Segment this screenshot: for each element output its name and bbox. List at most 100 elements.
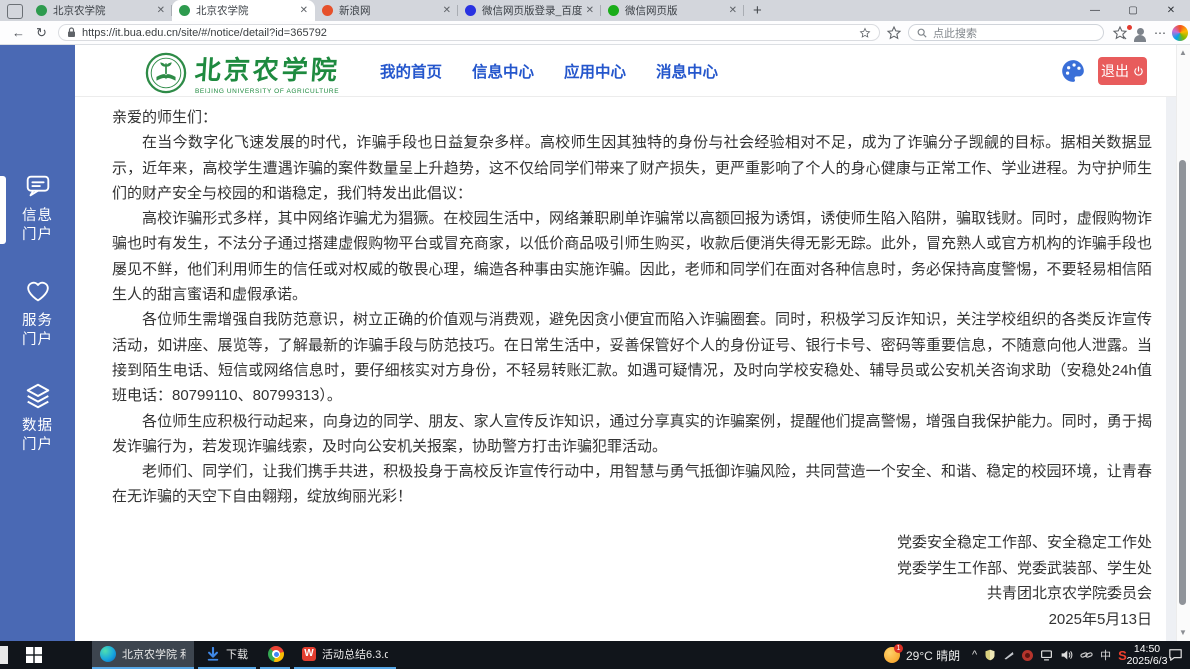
system-tray: ^ 中 S (972, 641, 1127, 669)
tab-close-icon[interactable]: ✕ (157, 5, 165, 16)
close-button[interactable]: ✕ (1152, 0, 1190, 21)
portal-nav: 我的首页 信息中心 应用中心 消息中心 (380, 45, 718, 96)
tab-actions-icon[interactable] (7, 4, 23, 19)
notice-signatures: 党委安全稳定工作部、安全稳定工作处 党委学生工作部、党委武装部、学生处 共青团北… (897, 530, 1152, 632)
pinned-app-partial-icon[interactable] (0, 646, 8, 664)
favorites-star-icon[interactable] (886, 25, 902, 41)
power-icon (1133, 66, 1144, 77)
lock-icon (67, 27, 76, 38)
browser-menu-icon[interactable]: ⋯ (1152, 25, 1168, 41)
notice-salutation: 亲爱的师生们： (112, 105, 1152, 130)
notice-content: 亲爱的师生们： 在当今数字化飞速发展的时代，诈骗手段也日益复杂多样。高校师生因其… (75, 97, 1166, 641)
copilot-icon[interactable] (1172, 25, 1188, 41)
maximize-button[interactable]: ▢ (1114, 0, 1152, 21)
tab-favicon (36, 5, 47, 16)
portal-header: 北京农学院 BEIJING UNIVERSITY OF AGRICULTURE … (75, 45, 1190, 97)
signature-date: 2025年5月13日 (897, 607, 1152, 633)
tray-volume-icon[interactable] (1060, 649, 1073, 661)
browser-tab-5[interactable]: 微信网页版 ✕ (601, 0, 744, 21)
tray-link-icon[interactable] (1080, 649, 1093, 661)
new-tab-button[interactable]: + (753, 0, 762, 21)
content-right-gutter (1166, 97, 1176, 641)
notice-paragraph: 高校诈骗形式多样，其中网络诈骗尤为猖獗。在校园生活中，网络兼职刷单诈骗常以高额回… (112, 206, 1152, 307)
edge-icon (100, 646, 116, 662)
tray-pen-icon[interactable] (1003, 649, 1015, 661)
weather-icon: 1 (884, 647, 900, 663)
nav-my-home[interactable]: 我的首页 (380, 60, 442, 82)
search-placeholder: 点此搜索 (933, 25, 977, 41)
signature-line: 党委安全稳定工作部、安全稳定工作处 (897, 530, 1152, 556)
tab-close-icon[interactable]: ✕ (586, 5, 594, 16)
window-controls: — ▢ ✕ (1076, 0, 1190, 21)
url-text: https://it.bua.edu.cn/site/#/notice/deta… (82, 27, 859, 39)
university-emblem-icon (145, 52, 187, 94)
sidebar-item-info-portal[interactable]: 信息门户 (0, 171, 75, 245)
logout-button[interactable]: 退出 (1098, 57, 1147, 85)
taskbar-chrome-app[interactable] (260, 641, 290, 669)
taskbar-app-label: 下载 (226, 646, 248, 662)
weather-text: 29°C 晴朗 (906, 647, 960, 664)
notice-paragraph: 老师们、同学们，让我们携手共进，积极投身于高校反诈宣传行动中，用智慧与勇气抵御诈… (112, 459, 1152, 510)
message-icon (23, 171, 53, 201)
scroll-down-arrow[interactable]: ▼ (1177, 628, 1189, 637)
tab-title: 微信网页版登录_百度搜索 (482, 3, 582, 18)
browser-tab-strip: 北京农学院 ✕ 北京农学院 ✕ 新浪网 ✕ 微信网页版登录_百度搜索 ✕ 微信网… (0, 0, 1190, 21)
taskbar-downloads-app[interactable]: 下载 (198, 641, 256, 669)
nav-info-center[interactable]: 信息中心 (472, 60, 534, 82)
tab-title: 北京农学院 (196, 3, 296, 18)
wps-icon: W (302, 647, 316, 661)
tray-network-icon[interactable] (1040, 649, 1053, 661)
sidebar-item-data-portal[interactable]: 数据门户 (0, 381, 75, 455)
notice-paragraph: 各位师生应积极行动起来，向身边的同学、朋友、家人宣传反诈知识，通过分享真实的诈骗… (112, 409, 1152, 460)
windows-taskbar: 北京农学院 和另外... 下载 W 活动总结6.3.docx ... 1 29°… (0, 641, 1190, 669)
windows-start-icon[interactable] (26, 647, 42, 663)
heart-icon (23, 276, 53, 306)
tab-close-icon[interactable]: ✕ (729, 5, 737, 16)
browser-tab-3[interactable]: 新浪网 ✕ (315, 0, 458, 21)
sidebar-item-service-portal[interactable]: 服务门户 (0, 276, 75, 350)
taskbar-app-label: 活动总结6.3.docx ... (322, 646, 388, 662)
minimize-button[interactable]: — (1076, 0, 1114, 21)
search-box[interactable]: 点此搜索 (908, 24, 1104, 41)
browser-toolbar: ← ↻ https://it.bua.edu.cn/site/#/notice/… (0, 21, 1190, 45)
nav-app-center[interactable]: 应用中心 (564, 60, 626, 82)
tray-recording-icon[interactable] (1022, 650, 1033, 661)
bookmark-star-icon[interactable] (859, 27, 871, 39)
refresh-button[interactable]: ↻ (36, 21, 47, 44)
sidebar-item-label: 信息门户 (22, 207, 54, 245)
tab-close-icon[interactable]: ✕ (443, 5, 451, 16)
taskbar-app-label: 北京农学院 和另外... (122, 646, 186, 662)
tab-favicon (465, 5, 476, 16)
browser-tab-4[interactable]: 微信网页版登录_百度搜索 ✕ (458, 0, 601, 21)
tab-title: 微信网页版 (625, 3, 725, 18)
desktop-screen: 北京农学院 ✕ 北京农学院 ✕ 新浪网 ✕ 微信网页版登录_百度搜索 ✕ 微信网… (0, 0, 1190, 669)
logout-label: 退出 (1101, 61, 1129, 81)
tab-title: 新浪网 (339, 3, 439, 18)
download-arrow-icon (206, 647, 220, 661)
taskbar-edge-app[interactable]: 北京农学院 和另外... (92, 641, 194, 669)
taskbar-weather[interactable]: 1 29°C 晴朗 (884, 641, 960, 669)
collections-icon[interactable] (1112, 25, 1128, 41)
browser-tab-1[interactable]: 北京农学院 ✕ (29, 0, 172, 21)
scroll-up-arrow[interactable]: ▲ (1177, 48, 1189, 57)
taskbar-wps-app[interactable]: W 活动总结6.3.docx ... (294, 641, 396, 669)
theme-palette-icon[interactable] (1060, 58, 1086, 84)
university-name-en: BEIJING UNIVERSITY OF AGRICULTURE (195, 88, 340, 95)
tray-expand-chevron-icon[interactable]: ^ (972, 649, 977, 661)
tab-favicon (179, 5, 190, 16)
tab-close-icon[interactable]: ✕ (300, 5, 308, 16)
ime-chinese-indicator[interactable]: 中 (1100, 647, 1111, 663)
notification-center-icon[interactable] (1168, 648, 1183, 662)
university-logo: 北京农学院 BEIJING UNIVERSITY OF AGRICULTURE (145, 50, 340, 95)
signature-line: 党委学生工作部、党委武装部、学生处 (897, 556, 1152, 582)
tab-title: 北京农学院 (53, 3, 153, 18)
back-button[interactable]: ← (12, 21, 25, 44)
scrollbar-thumb[interactable] (1179, 160, 1186, 605)
browser-tab-2-active[interactable]: 北京农学院 ✕ (172, 0, 315, 21)
tray-shield-icon[interactable] (984, 649, 996, 661)
nav-message-center[interactable]: 消息中心 (656, 60, 718, 82)
sidebar-item-label: 数据门户 (22, 417, 54, 455)
sidebar-item-label: 服务门户 (22, 312, 54, 350)
address-bar[interactable]: https://it.bua.edu.cn/site/#/notice/deta… (58, 24, 880, 41)
signature-line: 共青团北京农学院委员会 (897, 581, 1152, 607)
